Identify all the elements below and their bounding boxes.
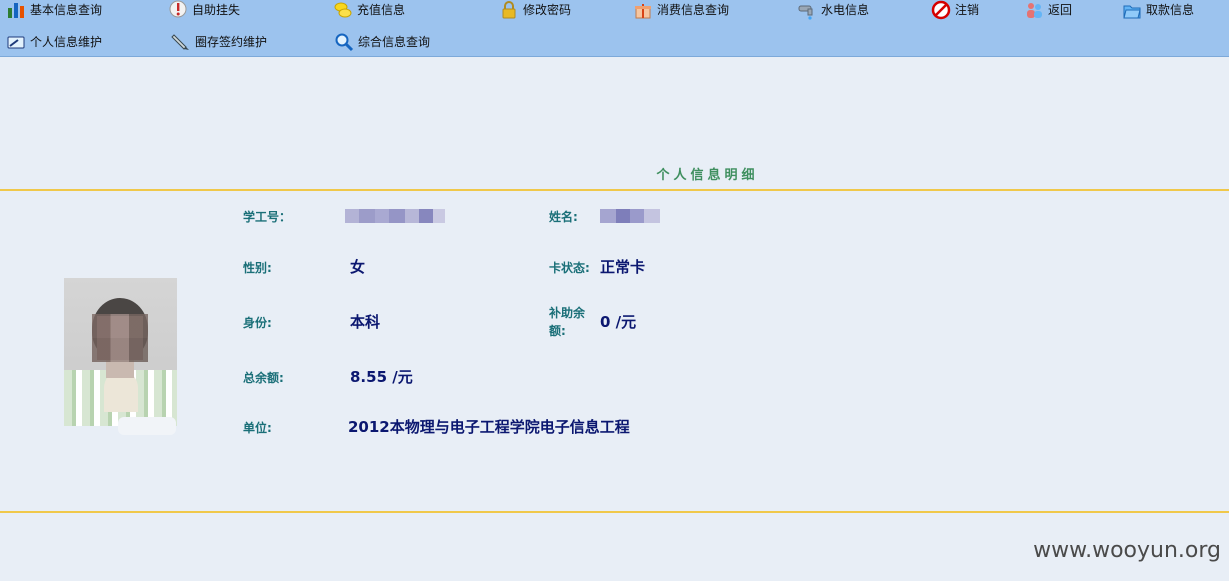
menu-general-query-label: 综合信息查询 (358, 35, 431, 49)
menu-self-report-loss-label: 自助挂失 (192, 3, 241, 17)
divider-bottom (0, 511, 1229, 513)
name-redacted (600, 209, 660, 223)
menu-change-password-label: 修改密码 (523, 3, 572, 17)
name-label: 姓名: (549, 210, 578, 224)
menu-recharge-info[interactable]: 充值信息 (333, 0, 405, 21)
menu-water-electric-label: 水电信息 (821, 3, 870, 17)
pen-icon (171, 34, 189, 50)
menu-transfer-contract-label: 圈存签约维护 (195, 35, 268, 49)
menu-basic-info-label: 基本信息查询 (30, 3, 103, 17)
menu-withdraw-info[interactable]: 取款信息 (1122, 0, 1194, 21)
card-status-label: 卡状态: (549, 261, 590, 275)
section-title: 个人信息明细 (656, 168, 759, 183)
lock-icon (502, 1, 516, 19)
card-status-value: 正常卡 (600, 258, 646, 276)
menu-logout-label: 注销 (955, 3, 980, 17)
gift-box-icon (635, 4, 651, 19)
top-toolbar: 基本信息查询 自助挂失 充值信息 修改密码 消费信息查询 水电信息 注销 返回 … (0, 0, 1229, 57)
menu-consumption-query-label: 消费信息查询 (657, 3, 730, 17)
unit-label: 单位: (243, 421, 272, 435)
menu-logout[interactable]: 注销 (931, 0, 979, 21)
photo-redaction (118, 417, 176, 435)
menu-transfer-contract[interactable]: 圈存签约维护 (171, 31, 267, 53)
subsidy-label: 补助余额: (549, 306, 586, 338)
student-id-redacted (345, 209, 445, 223)
watermark: www.wooyun.org (1033, 538, 1221, 563)
no-entry-icon (931, 0, 951, 20)
menu-back[interactable]: 返回 (1024, 0, 1072, 21)
menu-change-password[interactable]: 修改密码 (499, 0, 571, 21)
bar-chart-icon (8, 3, 24, 18)
coins-icon (334, 2, 352, 18)
magnifier-icon (335, 33, 354, 52)
unit-value: 2012本物理与电子工程学院电子信息工程 (348, 418, 630, 436)
identity-label: 身份: (243, 316, 272, 330)
card-edit-icon (7, 36, 25, 49)
users-icon (1027, 3, 1042, 18)
gender-value: 女 (350, 258, 366, 276)
menu-personal-info-label: 个人信息维护 (30, 35, 103, 49)
student-photo (64, 278, 177, 426)
total-balance-label: 总余额: (243, 371, 284, 385)
divider-top (0, 189, 1229, 191)
faucet-icon (798, 5, 813, 20)
subsidy-value: 0 /元 (600, 313, 637, 331)
student-id-label: 学工号： (243, 210, 292, 224)
folder-icon (1123, 5, 1141, 19)
gender-label: 性别: (243, 261, 272, 275)
menu-self-report-loss[interactable]: 自助挂失 (168, 0, 240, 21)
menu-personal-info[interactable]: 个人信息维护 (6, 31, 102, 53)
menu-general-query[interactable]: 综合信息查询 (334, 31, 430, 53)
menu-water-electric[interactable]: 水电信息 (797, 0, 869, 21)
identity-value: 本科 (350, 313, 381, 331)
menu-withdraw-info-label: 取款信息 (1146, 3, 1195, 17)
menu-consumption-query[interactable]: 消费信息查询 (633, 0, 729, 21)
menu-recharge-info-label: 充值信息 (357, 3, 406, 17)
total-balance-value: 8.55 /元 (350, 368, 413, 386)
alert-icon (169, 0, 187, 18)
menu-back-label: 返回 (1048, 3, 1073, 17)
menu-basic-info[interactable]: 基本信息查询 (6, 0, 102, 21)
